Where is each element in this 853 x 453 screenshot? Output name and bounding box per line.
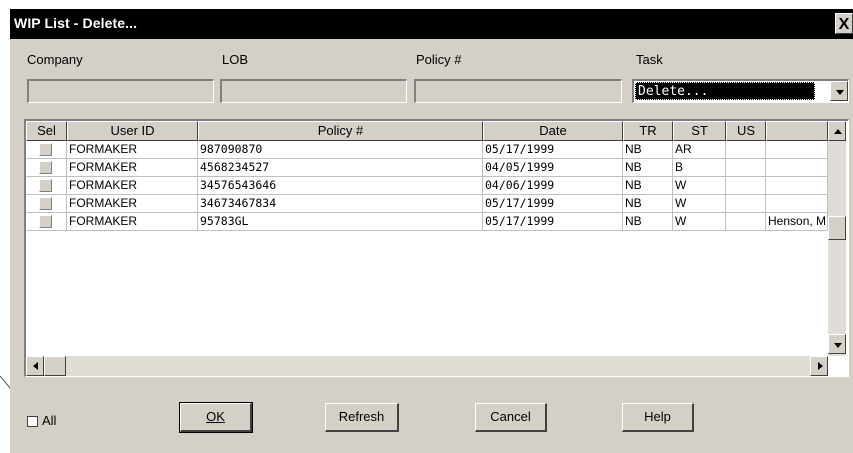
scroll-down-button[interactable] — [828, 334, 846, 354]
horizontal-scrollbar[interactable] — [26, 356, 828, 376]
st-cell: AR — [673, 141, 726, 159]
us-cell — [726, 177, 766, 195]
row-select-checkbox[interactable] — [39, 215, 52, 228]
us-cell — [726, 213, 766, 231]
st-cell: W — [673, 195, 726, 213]
column-header-tr[interactable]: TR — [623, 121, 673, 141]
policy-cell: 4568234527 — [198, 159, 483, 177]
tr-cell: NB — [623, 213, 673, 231]
table-row[interactable]: FORMAKER 34673467834 05/17/1999 NB W — [26, 195, 828, 213]
cancel-button[interactable]: Cancel — [475, 403, 547, 432]
extra-cell — [766, 195, 828, 213]
policy-field[interactable] — [414, 79, 622, 103]
scroll-left-button[interactable] — [26, 356, 44, 376]
policy-cell: 34673467834 — [198, 195, 483, 213]
help-button-label: Help — [644, 409, 671, 424]
vertical-scrollbar[interactable] — [828, 121, 846, 356]
column-header-st[interactable]: ST — [673, 121, 726, 141]
date-cell: 05/17/1999 — [483, 213, 623, 231]
policy-label: Policy # — [416, 52, 462, 67]
arrow-up-icon — [834, 129, 842, 134]
column-header-user-id[interactable]: User ID — [67, 121, 198, 141]
ok-button[interactable]: OK — [179, 402, 253, 433]
user-id-cell: FORMAKER — [67, 177, 198, 195]
date-cell: 04/05/1999 — [483, 159, 623, 177]
column-header-policy[interactable]: Policy # — [198, 121, 483, 141]
task-dropdown-button[interactable] — [830, 81, 848, 101]
extra-cell — [766, 159, 828, 177]
policy-cell: 95783GL — [198, 213, 483, 231]
user-id-cell: FORMAKER — [67, 195, 198, 213]
extra-cell: Henson, M — [766, 213, 828, 231]
tr-cell: NB — [623, 159, 673, 177]
select-all-label: All — [42, 413, 57, 428]
tr-cell: NB — [623, 141, 673, 159]
column-header-extra[interactable] — [766, 121, 828, 141]
close-glyph: X — [838, 16, 850, 33]
vertical-scroll-thumb[interactable] — [828, 216, 846, 240]
st-cell: W — [673, 177, 726, 195]
date-cell: 05/17/1999 — [483, 141, 623, 159]
tr-cell: NB — [623, 195, 673, 213]
us-cell — [726, 141, 766, 159]
ok-button-label: OK — [206, 409, 225, 424]
policy-cell: 987090870 — [198, 141, 483, 159]
row-select-cell — [26, 195, 67, 213]
st-cell: B — [673, 159, 726, 177]
extra-cell — [766, 177, 828, 195]
table-row[interactable]: FORMAKER 34576543646 04/06/1999 NB W — [26, 177, 828, 195]
company-label: Company — [27, 52, 83, 67]
us-cell — [726, 159, 766, 177]
scroll-right-button[interactable] — [810, 356, 828, 376]
arrow-right-icon — [818, 362, 823, 370]
horizontal-scroll-thumb[interactable] — [44, 356, 66, 376]
lob-field[interactable] — [220, 79, 407, 103]
row-select-cell — [26, 141, 67, 159]
row-select-checkbox[interactable] — [39, 197, 52, 210]
column-header-us[interactable]: US — [726, 121, 766, 141]
user-id-cell: FORMAKER — [67, 159, 198, 177]
arrow-left-icon — [33, 362, 38, 370]
user-id-cell: FORMAKER — [67, 213, 198, 231]
lob-label: LOB — [222, 52, 249, 67]
row-select-checkbox[interactable] — [39, 179, 52, 192]
date-cell: 04/06/1999 — [483, 177, 623, 195]
column-header-date[interactable]: Date — [483, 121, 623, 141]
column-header-sel[interactable]: Sel — [26, 121, 67, 141]
date-cell: 05/17/1999 — [483, 195, 623, 213]
row-select-cell — [26, 213, 67, 231]
us-cell — [726, 195, 766, 213]
title-bar: WIP List - Delete... X — [10, 9, 853, 39]
close-icon[interactable]: X — [835, 13, 853, 34]
table-row[interactable]: FORMAKER 987090870 05/17/1999 NB AR — [26, 141, 828, 159]
table-row[interactable]: FORMAKER 4568234527 04/05/1999 NB B — [26, 159, 828, 177]
extra-cell — [766, 141, 828, 159]
select-all-checkbox[interactable] — [27, 416, 38, 427]
row-select-checkbox[interactable] — [39, 161, 52, 174]
table-row[interactable]: FORMAKER 95783GL 05/17/1999 NB W Henson,… — [26, 213, 828, 231]
row-select-cell — [26, 159, 67, 177]
arrow-down-icon — [834, 343, 842, 348]
scroll-up-button[interactable] — [828, 121, 846, 141]
tr-cell: NB — [623, 177, 673, 195]
st-cell: W — [673, 213, 726, 231]
row-select-checkbox[interactable] — [39, 143, 52, 156]
window-title: WIP List - Delete... — [14, 15, 138, 31]
company-field[interactable] — [27, 79, 214, 103]
policy-cell: 34576543646 — [198, 177, 483, 195]
task-label: Task — [636, 52, 663, 67]
chevron-down-icon — [836, 90, 844, 95]
cancel-button-label: Cancel — [490, 409, 531, 424]
refresh-button-label: Refresh — [338, 409, 385, 424]
wip-list-dialog: WIP List - Delete... X Company LOB Polic… — [10, 9, 853, 453]
task-select[interactable]: Delete... — [632, 79, 849, 103]
refresh-button[interactable]: Refresh — [325, 403, 399, 432]
user-id-cell: FORMAKER — [67, 141, 198, 159]
wip-grid: Sel User ID Policy # Date TR ST US FORMA… — [24, 119, 849, 377]
row-select-cell — [26, 177, 67, 195]
help-button[interactable]: Help — [622, 403, 694, 432]
task-select-value: Delete... — [635, 82, 815, 100]
